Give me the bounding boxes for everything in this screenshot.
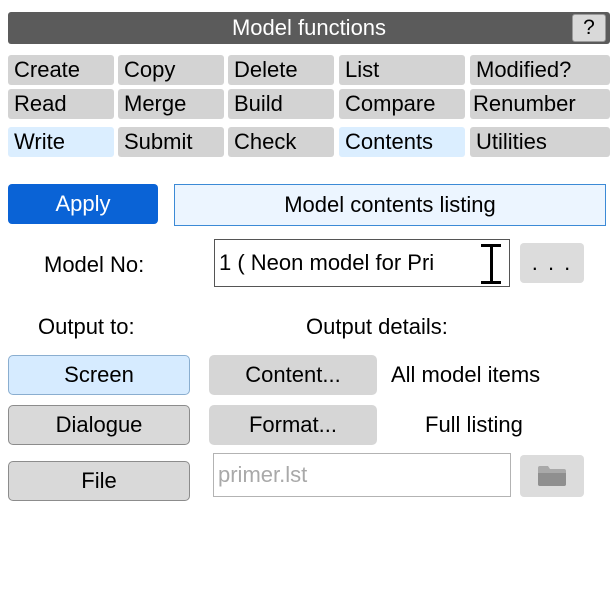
tab-merge[interactable]: Merge [118, 89, 224, 119]
title-bar: Model functions [8, 12, 610, 44]
dialogue-button[interactable]: Dialogue [8, 405, 190, 445]
tab-check[interactable]: Check [228, 127, 334, 157]
browse-folder-button[interactable] [520, 455, 584, 497]
screen-button[interactable]: Screen [8, 355, 190, 395]
model-no-value: 1 ( Neon model for Pri [219, 250, 435, 275]
output-details-label: Output details: [306, 314, 448, 339]
model-no-label: Model No: [44, 252, 145, 277]
help-button[interactable]: ? [572, 14, 606, 42]
apply-button[interactable]: Apply [8, 184, 158, 224]
tab-copy[interactable]: Copy [118, 55, 224, 85]
format-value: Full listing [425, 412, 523, 437]
folder-icon [538, 466, 566, 486]
output-to-label: Output to: [38, 314, 135, 339]
tab-list[interactable]: List [339, 55, 465, 85]
format-button[interactable]: Format... [209, 405, 377, 445]
filename-input[interactable]: primer.lst [213, 453, 511, 497]
model-select-button[interactable]: . . . [520, 243, 584, 283]
tab-create[interactable]: Create [8, 55, 114, 85]
tab-contents[interactable]: Contents [339, 127, 465, 157]
model-no-input[interactable]: 1 ( Neon model for Pri [214, 239, 510, 287]
text-cursor [481, 244, 501, 284]
tab-compare[interactable]: Compare [339, 89, 465, 119]
window-title: Model functions [231, 15, 387, 40]
tab-renumber[interactable]: Renumber [470, 89, 610, 119]
tab-build[interactable]: Build [228, 89, 334, 119]
tab-submit[interactable]: Submit [118, 127, 224, 157]
panel-heading: Model contents listing [174, 184, 606, 226]
file-button[interactable]: File [8, 461, 190, 501]
tab-read[interactable]: Read [8, 89, 114, 119]
tab-write[interactable]: Write [8, 127, 114, 157]
tab-modified[interactable]: Modified? [470, 55, 610, 85]
content-button[interactable]: Content... [209, 355, 377, 395]
tab-delete[interactable]: Delete [228, 55, 334, 85]
content-value: All model items [391, 362, 541, 387]
tab-utilities[interactable]: Utilities [470, 127, 610, 157]
